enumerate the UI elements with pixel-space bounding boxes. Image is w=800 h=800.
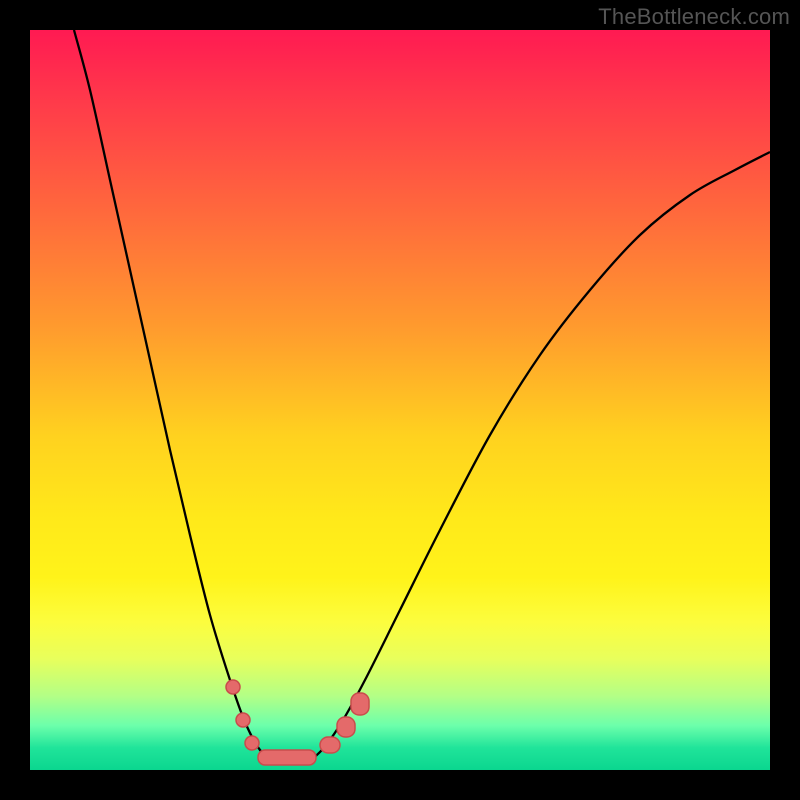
curve-marker bbox=[258, 750, 316, 765]
curve-markers bbox=[226, 680, 369, 765]
bottleneck-curve bbox=[74, 30, 770, 764]
curve-marker bbox=[236, 713, 250, 727]
chart-frame: TheBottleneck.com bbox=[0, 0, 800, 800]
curve-layer bbox=[30, 30, 770, 770]
curve-marker bbox=[320, 737, 340, 753]
plot-area bbox=[30, 30, 770, 770]
curve-marker bbox=[337, 717, 355, 737]
curve-marker bbox=[226, 680, 240, 694]
curve-marker bbox=[245, 736, 259, 750]
watermark-text: TheBottleneck.com bbox=[598, 4, 790, 30]
curve-marker bbox=[351, 693, 369, 715]
